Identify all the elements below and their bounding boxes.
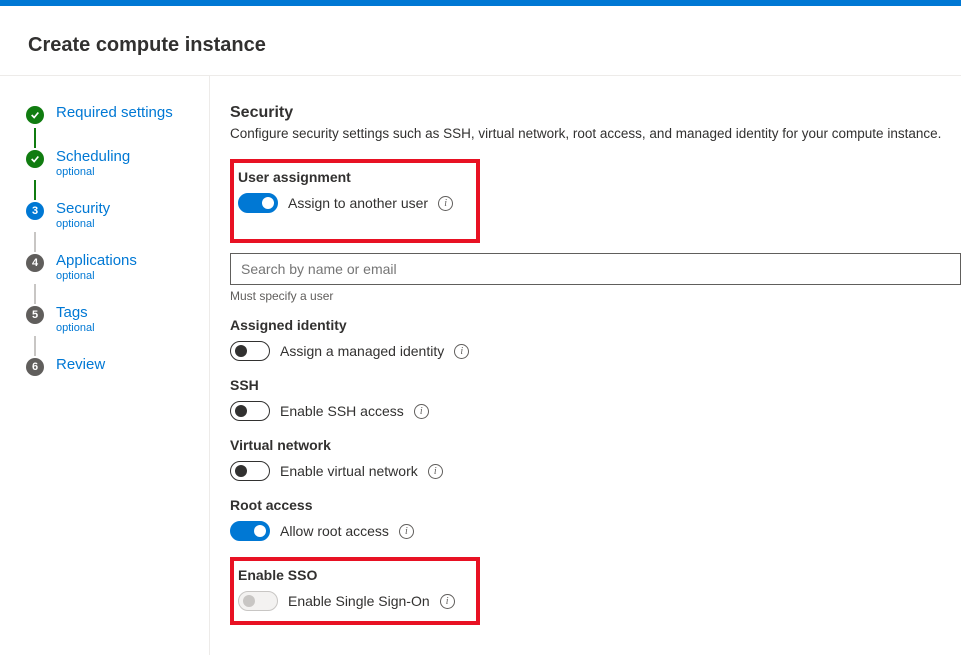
toggle-assign-another-user[interactable]	[238, 193, 278, 213]
wizard-sidebar: Required settings Scheduling optional 3	[0, 76, 210, 655]
step-label[interactable]: Scheduling	[56, 148, 130, 165]
group-title-user-assignment: User assignment	[238, 169, 466, 185]
step-sublabel: optional	[56, 166, 130, 178]
info-icon[interactable]: i	[454, 344, 469, 359]
info-icon[interactable]: i	[399, 524, 414, 539]
step-label[interactable]: Required settings	[56, 104, 173, 121]
toggle-virtual-network[interactable]	[230, 461, 270, 481]
step-number-icon: 4	[24, 252, 46, 274]
info-icon[interactable]: i	[438, 196, 453, 211]
toggle-ssh-access[interactable]	[230, 401, 270, 421]
step-label[interactable]: Tags	[56, 304, 95, 321]
toggle-label: Enable virtual network	[280, 463, 418, 479]
toggle-managed-identity[interactable]	[230, 341, 270, 361]
toggle-label: Allow root access	[280, 523, 389, 539]
step-scheduling[interactable]: Scheduling optional	[24, 148, 209, 178]
content-panel: Security Configure security settings suc…	[210, 76, 961, 655]
step-label[interactable]: Security	[56, 200, 110, 217]
info-icon[interactable]: i	[414, 404, 429, 419]
step-label[interactable]: Applications	[56, 252, 137, 269]
step-number-icon: 5	[24, 304, 46, 326]
step-connector	[34, 232, 36, 252]
step-security[interactable]: 3 Security optional	[24, 200, 209, 230]
group-title-vnet: Virtual network	[230, 437, 961, 453]
search-hint: Must specify a user	[230, 289, 961, 303]
section-description: Configure security settings such as SSH,…	[230, 126, 961, 141]
section-title: Security	[230, 104, 961, 122]
step-label[interactable]: Review	[56, 356, 105, 373]
page-title: Create compute instance	[0, 6, 961, 76]
step-applications[interactable]: 4 Applications optional	[24, 252, 209, 282]
step-tags[interactable]: 5 Tags optional	[24, 304, 209, 334]
toggle-root-access[interactable]	[230, 521, 270, 541]
info-icon[interactable]: i	[428, 464, 443, 479]
highlight-enable-sso: Enable SSO Enable Single Sign-On i	[230, 557, 480, 625]
group-title-root-access: Root access	[230, 497, 961, 513]
step-sublabel: optional	[56, 322, 95, 334]
group-title-enable-sso: Enable SSO	[238, 567, 466, 583]
step-connector	[34, 180, 36, 200]
step-required-settings[interactable]: Required settings	[24, 104, 209, 126]
step-connector	[34, 128, 36, 148]
highlight-user-assignment: User assignment Assign to another user i	[230, 159, 480, 243]
group-title-assigned-identity: Assigned identity	[230, 317, 961, 333]
step-sublabel: optional	[56, 218, 110, 230]
step-connector	[34, 284, 36, 304]
step-connector	[34, 336, 36, 356]
search-user-input[interactable]	[230, 253, 961, 285]
info-icon[interactable]: i	[440, 594, 455, 609]
toggle-label: Assign to another user	[288, 195, 428, 211]
step-number-icon: 6	[24, 356, 46, 378]
toggle-enable-sso	[238, 591, 278, 611]
group-title-ssh: SSH	[230, 377, 961, 393]
step-number-icon: 3	[24, 200, 46, 222]
check-icon	[24, 104, 46, 126]
step-sublabel: optional	[56, 270, 137, 282]
toggle-label: Assign a managed identity	[280, 343, 444, 359]
check-icon	[24, 148, 46, 170]
step-review[interactable]: 6 Review	[24, 356, 209, 378]
toggle-label: Enable SSH access	[280, 403, 404, 419]
